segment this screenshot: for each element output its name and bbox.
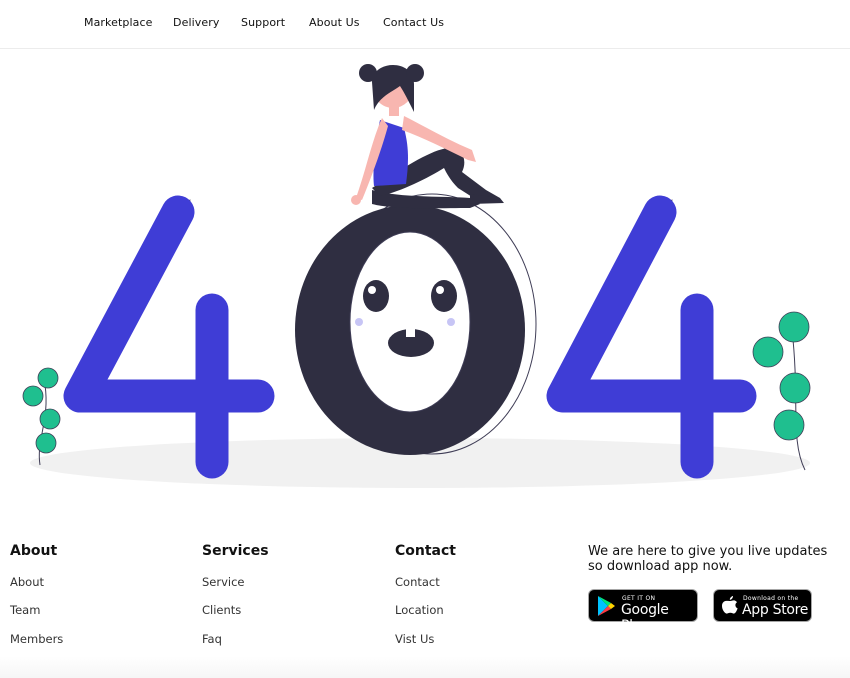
footer-link-visit-us[interactable]: Vist Us [395, 632, 456, 646]
footer-link-team[interactable]: Team [10, 603, 63, 617]
left-four [63, 195, 275, 479]
footer-about-column: About About Team Members [10, 543, 63, 646]
footer-link-members[interactable]: Members [10, 632, 63, 646]
footer-link-about[interactable]: About [10, 575, 63, 589]
right-plant [752, 311, 811, 471]
sitting-woman [351, 64, 504, 209]
right-four [546, 195, 757, 479]
footer-link-location[interactable]: Location [395, 603, 456, 617]
footer-link-service[interactable]: Service [202, 575, 269, 589]
footer-link-faq[interactable]: Faq [202, 632, 269, 646]
footer-contact-title: Contact [395, 543, 456, 559]
nav-contact-us[interactable]: Contact Us [383, 16, 444, 29]
nav-marketplace[interactable]: Marketplace [84, 16, 153, 29]
nav-delivery[interactable]: Delivery [173, 16, 219, 29]
google-play-small-text: GET IT ON [622, 595, 656, 602]
app-store-big-text: App Store [742, 602, 809, 618]
footer-services-column: Services Service Clients Faq [202, 543, 269, 646]
google-play-button[interactable]: GET IT ON Google Play [588, 589, 698, 634]
google-play-big-text: Google Play [621, 602, 669, 634]
app-store-button[interactable]: Download on the App Store [713, 589, 812, 622]
google-play-icon [598, 596, 615, 616]
app-download-tagline: We are here to give you live updates so … [588, 544, 828, 574]
footer-link-clients[interactable]: Clients [202, 603, 269, 617]
left-plant [22, 367, 61, 466]
app-store-small-text: Download on the [743, 595, 799, 602]
footer-link-contact[interactable]: Contact [395, 575, 456, 589]
footer-services-title: Services [202, 543, 269, 559]
page-bottom-fade [0, 656, 850, 678]
nav-support[interactable]: Support [241, 16, 285, 29]
apple-icon [722, 596, 738, 614]
footer-contact-column: Contact Contact Location Vist Us [395, 543, 456, 646]
nav-about-us[interactable]: About Us [309, 16, 360, 29]
footer-about-title: About [10, 543, 58, 559]
top-nav: Marketplace Delivery Support About Us Co… [0, 0, 850, 49]
404-illustration [22, 64, 811, 488]
